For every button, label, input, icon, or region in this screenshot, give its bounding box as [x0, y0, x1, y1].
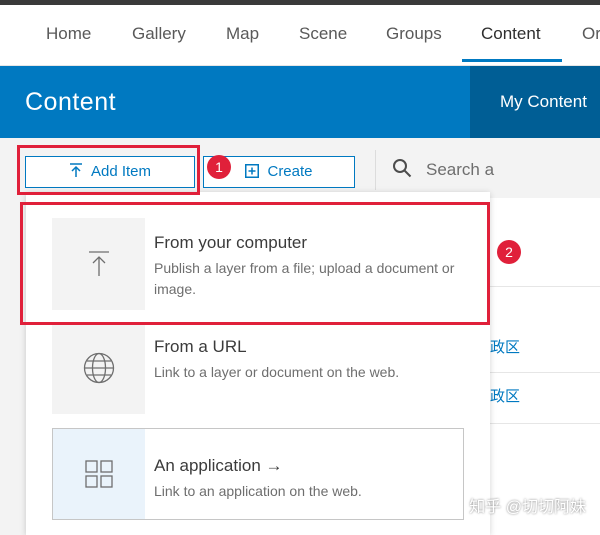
list-item-text[interactable]: 政区 — [490, 336, 520, 357]
nav-scene[interactable]: Scene — [299, 5, 347, 65]
page-banner: Content My Content — [0, 66, 600, 138]
app-grid-icon — [85, 460, 113, 488]
search-icon — [393, 159, 412, 178]
page-title: Content — [25, 88, 117, 116]
nav-map[interactable]: Map — [226, 5, 259, 65]
tab-my-content[interactable]: My Content — [470, 66, 600, 138]
plus-square-icon — [245, 164, 260, 178]
option-application[interactable]: An application → Link to an application … — [52, 428, 464, 520]
highlight-box-add-item — [17, 145, 200, 195]
nav-content[interactable]: Content — [462, 5, 562, 62]
create-label: Create — [267, 163, 313, 180]
option-title: An application → — [154, 456, 283, 475]
list-divider — [490, 423, 600, 424]
option-description: Link to a layer or document on the web. — [154, 364, 400, 380]
top-nav: Home Gallery Map Scene Groups Content Or — [0, 5, 600, 66]
globe-icon — [83, 352, 114, 384]
nav-groups[interactable]: Groups — [386, 5, 442, 65]
search-input[interactable]: Search a — [392, 158, 494, 180]
search-placeholder: Search a — [426, 160, 495, 179]
watermark: 知乎 @切切阿妹 — [469, 499, 586, 516]
highlight-box-from-computer — [20, 202, 490, 325]
list-divider — [490, 372, 600, 373]
list-item-text[interactable]: 政区 — [490, 385, 520, 406]
option-title: From a URL — [154, 337, 247, 356]
nav-home[interactable]: Home — [46, 5, 91, 65]
option-from-url[interactable]: From a URL Link to a layer or document o… — [52, 322, 464, 414]
option-icon-box — [52, 322, 145, 414]
nav-gallery[interactable]: Gallery — [132, 5, 186, 65]
option-icon-box — [53, 429, 145, 519]
option-description: Link to an application on the web. — [154, 483, 362, 499]
annotation-marker-1: 1 — [207, 155, 231, 179]
toolbar-divider — [375, 150, 376, 190]
annotation-marker-2: 2 — [497, 240, 521, 264]
nav-organization[interactable]: Or — [582, 5, 600, 65]
